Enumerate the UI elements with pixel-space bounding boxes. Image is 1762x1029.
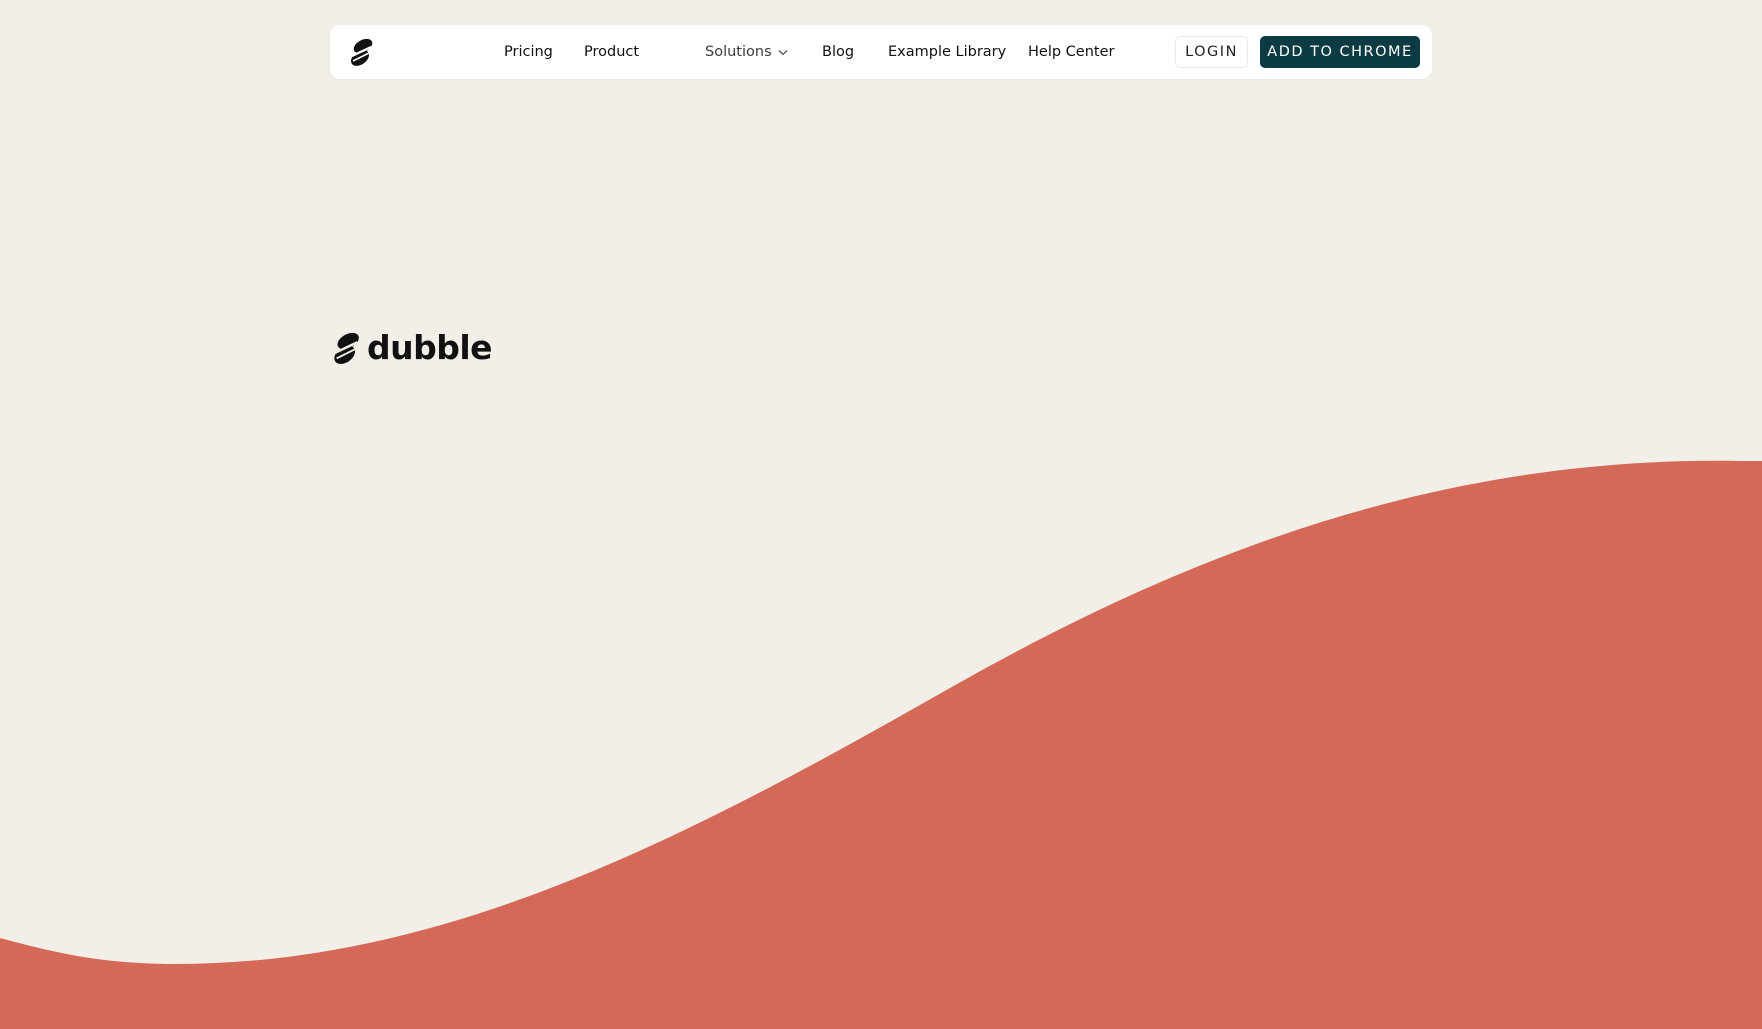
nav-link-solutions[interactable]: Solutions <box>705 25 788 79</box>
nav-link-solutions-label: Solutions <box>705 44 772 60</box>
nav-link-product[interactable]: Product <box>584 25 639 79</box>
dubble-logo-icon <box>332 331 362 365</box>
login-button[interactable]: LOGIN <box>1175 36 1248 68</box>
brand-logo: dubble <box>332 328 493 367</box>
dubble-logo-icon[interactable] <box>349 38 375 66</box>
nav-link-help-center[interactable]: Help Center <box>1028 25 1114 79</box>
brand-name: dubble <box>367 328 493 367</box>
wave-shape <box>0 460 1762 1029</box>
nav-link-example-library[interactable]: Example Library <box>888 25 1006 79</box>
nav-link-pricing[interactable]: Pricing <box>504 25 553 79</box>
chevron-down-icon <box>778 49 788 56</box>
add-to-chrome-button[interactable]: ADD TO CHROME <box>1260 36 1420 68</box>
top-navigation-bar: Pricing Product Solutions Blog Example L… <box>330 25 1432 79</box>
nav-link-blog[interactable]: Blog <box>822 25 854 79</box>
